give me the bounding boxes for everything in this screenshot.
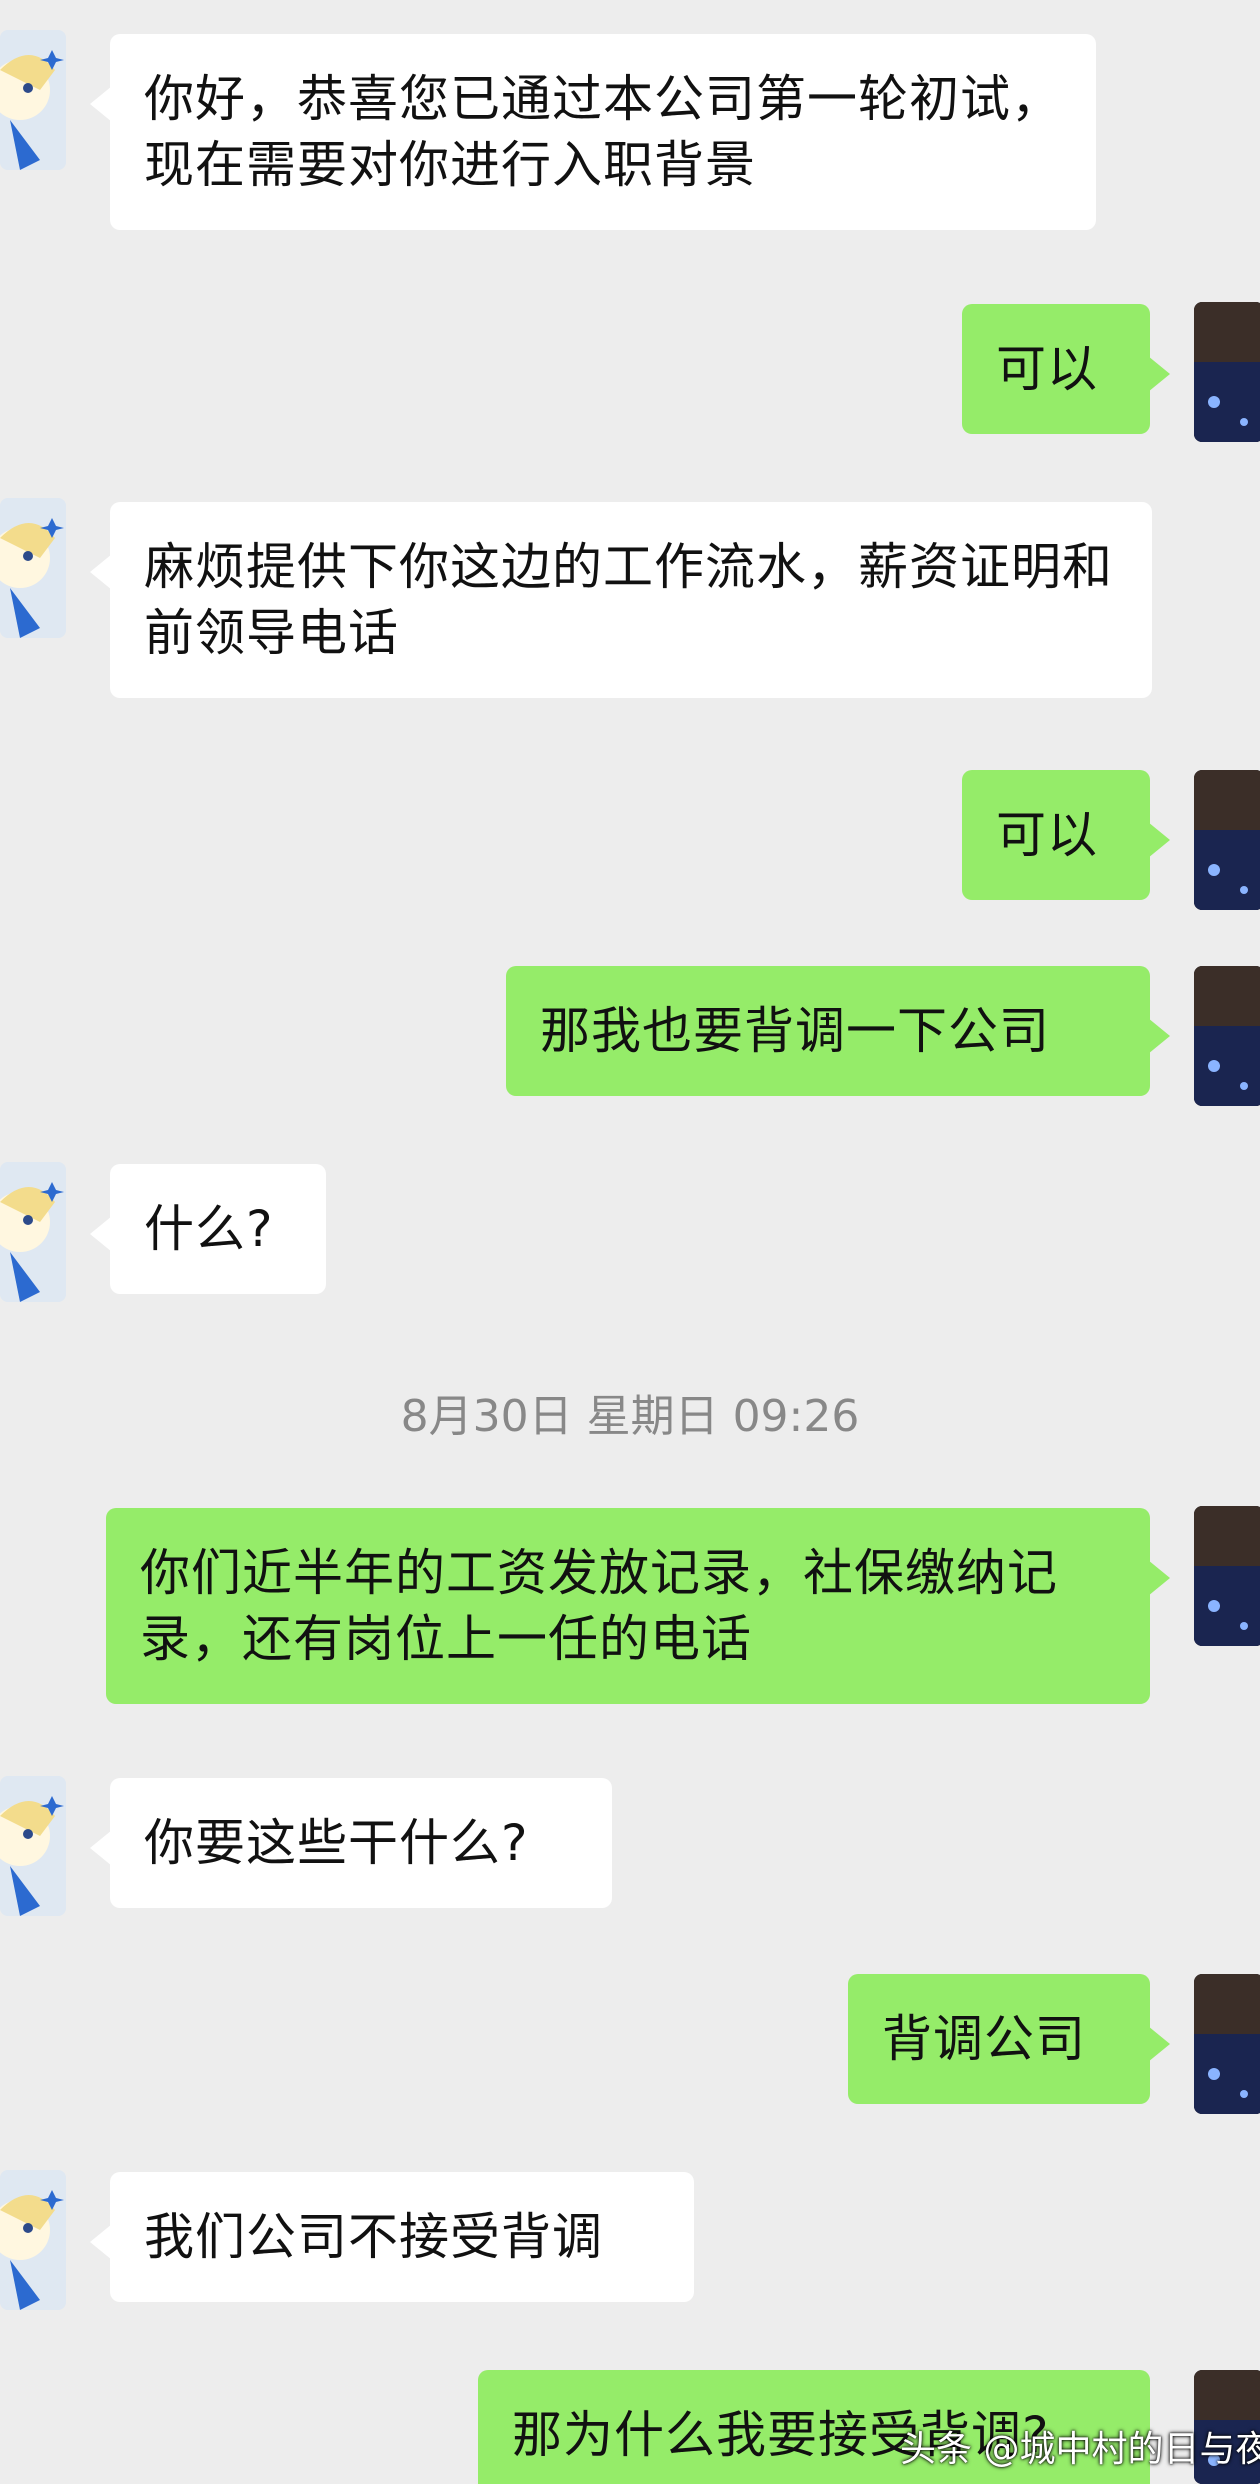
outgoing-message[interactable]: 背调公司 <box>848 1974 1170 2104</box>
outgoing-message[interactable]: 那我也要背调一下公司 <box>506 966 1170 1096</box>
contact-avatar-icon[interactable] <box>0 498 66 638</box>
incoming-message[interactable]: 你要这些干什么? <box>90 1778 612 1908</box>
user-avatar-icon[interactable] <box>1194 302 1260 442</box>
incoming-message[interactable]: 什么? <box>90 1164 326 1294</box>
contact-avatar-icon[interactable] <box>0 2170 66 2310</box>
user-avatar-icon[interactable] <box>1194 770 1260 910</box>
chat-timestamp: 8月30日 星期日 09:26 <box>400 1391 860 1442</box>
watermark: 头条 @城中村的日与夜 <box>900 2429 1260 2470</box>
incoming-message[interactable]: 麻烦提供下你这边的工作流水，薪资证明和前领导电话 <box>90 502 1152 698</box>
user-avatar-icon[interactable] <box>1194 1506 1260 1646</box>
user-avatar-icon[interactable] <box>1194 1974 1260 2114</box>
outgoing-message[interactable]: 可以 <box>962 304 1170 434</box>
user-avatar-icon[interactable] <box>1194 966 1260 1106</box>
contact-avatar-icon[interactable] <box>0 30 66 170</box>
incoming-message[interactable]: 你好，恭喜您已通过本公司第一轮初试，现在需要对你进行入职背景 <box>90 34 1096 230</box>
outgoing-message[interactable]: 你们近半年的工资发放记录，社保缴纳记录，还有岗位上一任的电话 <box>106 1508 1170 1704</box>
contact-avatar-icon[interactable] <box>0 1776 66 1916</box>
incoming-message[interactable]: 我们公司不接受背调 <box>90 2172 694 2302</box>
outgoing-message[interactable]: 可以 <box>962 770 1170 900</box>
contact-avatar-icon[interactable] <box>0 1162 66 1302</box>
